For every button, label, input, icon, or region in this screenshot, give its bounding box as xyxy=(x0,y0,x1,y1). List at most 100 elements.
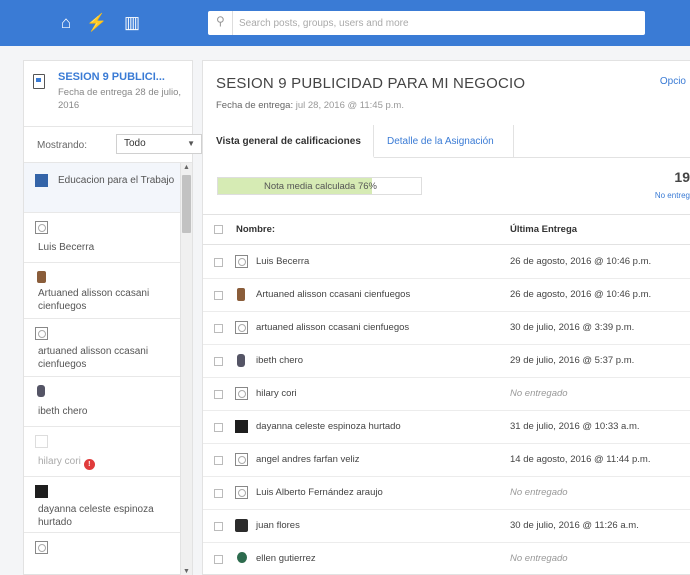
student-name: artuaned alisson ccasani cienfuegos xyxy=(38,346,149,370)
scrollbar-thumb[interactable] xyxy=(182,175,191,233)
list-item[interactable]: Artuaned alisson ccasani cienfuegos xyxy=(24,263,180,319)
avatar xyxy=(237,288,245,301)
row-checkbox[interactable] xyxy=(214,291,223,300)
avatar xyxy=(235,420,248,433)
search-box: ⚲ xyxy=(208,11,645,35)
backpack-icon[interactable]: ▥ xyxy=(121,12,143,34)
search-icon: ⚲ xyxy=(216,14,225,28)
last-submission-date: 30 de julio, 2016 @ 3:39 p.m. xyxy=(510,322,635,333)
list-item[interactable]: hilary cori! xyxy=(24,427,180,477)
table-row[interactable]: angel andres farfan veliz 14 de agosto, 2… xyxy=(203,444,690,477)
student-name[interactable]: artuaned alisson ccasani cienfuegos xyxy=(256,322,409,333)
student-name[interactable]: hilary cori xyxy=(256,388,297,399)
search-input[interactable] xyxy=(232,11,637,35)
submission-count-label[interactable]: No entreg xyxy=(655,191,690,200)
list-item[interactable]: Luis Becerra xyxy=(24,213,180,263)
last-submission-date: No entregado xyxy=(510,388,568,399)
due-date-label: Fecha de entrega: xyxy=(216,100,294,111)
column-header-name[interactable]: Nombre: xyxy=(236,224,275,235)
student-name[interactable]: ellen gutierrez xyxy=(256,553,316,564)
tab-bar: Vista general de calificaciones Detalle … xyxy=(203,125,690,158)
last-submission-date: 14 de agosto, 2016 @ 11:44 p.m. xyxy=(510,454,651,465)
list-item[interactable]: dayanna celeste espinoza hurtado xyxy=(24,477,180,533)
avatar xyxy=(35,327,48,340)
student-name[interactable]: dayanna celeste espinoza hurtado xyxy=(256,421,401,432)
assignment-header[interactable]: SESION 9 PUBLICI... Fecha de entrega 28 … xyxy=(24,61,192,127)
row-checkbox[interactable] xyxy=(214,357,223,366)
student-sidebar: SESION 9 PUBLICI... Fecha de entrega 28 … xyxy=(23,60,202,575)
assignment-icon xyxy=(33,74,45,89)
table-row[interactable]: Artuaned alisson ccasani cienfuegos 26 de… xyxy=(203,279,690,312)
last-submission-date: 26 de agosto, 2016 @ 10:46 p.m. xyxy=(510,289,652,300)
list-item-group[interactable]: Educacion para el Trabajo xyxy=(24,163,180,213)
avatar xyxy=(37,271,46,283)
assignment-title[interactable]: SESION 9 PUBLICI... xyxy=(58,71,165,83)
student-name[interactable]: Artuaned alisson ccasani cienfuegos xyxy=(256,289,410,300)
last-submission-date: 26 de agosto, 2016 @ 10:46 p.m. xyxy=(510,256,652,267)
avatar xyxy=(35,435,48,448)
student-name[interactable]: juan flores xyxy=(256,520,300,531)
table-row[interactable]: dayanna celeste espinoza hurtado 31 de ju… xyxy=(203,411,690,444)
avatar xyxy=(237,552,247,563)
table-header: Nombre: Última Entrega xyxy=(203,214,690,245)
avatar xyxy=(35,485,48,498)
row-checkbox[interactable] xyxy=(214,522,223,531)
student-name: Artuaned alisson ccasani cienfuegos xyxy=(38,288,150,312)
list-item[interactable]: artuaned alisson ccasani cienfuegos xyxy=(24,319,180,377)
table-row[interactable]: Luis Becerra 26 de agosto, 2016 @ 10:46 p… xyxy=(203,246,690,279)
avatar xyxy=(35,221,48,234)
last-submission-date: 30 de julio, 2016 @ 11:26 a.m. xyxy=(510,520,639,531)
top-navigation-bar: ⌂ ⚡ ▥ ⚲ xyxy=(0,0,690,46)
row-checkbox[interactable] xyxy=(214,324,223,333)
row-checkbox[interactable] xyxy=(214,258,223,267)
average-text: Nota media calculada 76% xyxy=(263,181,377,192)
student-name: ibeth chero xyxy=(38,406,88,417)
table-row[interactable]: juan flores 30 de julio, 2016 @ 11:26 a.m… xyxy=(203,510,690,543)
sidebar-scrollbar[interactable]: ▲ ▼ xyxy=(180,163,192,575)
last-submission-date: No entregado xyxy=(510,553,568,564)
row-checkbox[interactable] xyxy=(214,390,223,399)
list-item[interactable] xyxy=(24,533,180,575)
avatar xyxy=(235,453,248,466)
submission-count: 19 xyxy=(674,169,690,185)
grades-panel: SESION 9 PUBLICIDAD PARA MI NEGOCIO Fech… xyxy=(202,60,690,575)
row-checkbox[interactable] xyxy=(214,489,223,498)
student-name[interactable]: angel andres farfan veliz xyxy=(256,454,360,465)
list-item[interactable]: ibeth chero xyxy=(24,377,180,427)
activity-icon[interactable]: ⚡ xyxy=(86,12,108,34)
avatar xyxy=(235,519,248,532)
table-row[interactable]: artuaned alisson ccasani cienfuegos 30 de… xyxy=(203,312,690,345)
row-checkbox[interactable] xyxy=(214,555,223,564)
avatar xyxy=(37,385,45,397)
last-submission-date: No entregado xyxy=(510,487,568,498)
tab-grades-overview[interactable]: Vista general de calificaciones xyxy=(203,125,374,158)
filter-select-value: Todo xyxy=(124,138,146,149)
home-icon[interactable]: ⌂ xyxy=(55,12,77,34)
due-date: Fecha de entrega: jul 28, 2016 @ 11:45 p… xyxy=(216,100,404,111)
options-link[interactable]: Opcio xyxy=(660,76,686,87)
filter-select[interactable]: Todo ▼ xyxy=(116,134,202,154)
column-header-last-submission[interactable]: Última Entrega xyxy=(510,224,577,235)
student-name[interactable]: Luis Alberto Fernández araujo xyxy=(256,487,383,498)
tab-assignment-detail[interactable]: Detalle de la Asignación xyxy=(374,125,514,158)
average-progress-bar: Nota media calculada 76% xyxy=(217,177,422,195)
group-avatar-icon xyxy=(35,174,48,187)
student-name[interactable]: ibeth chero xyxy=(256,355,303,366)
alert-icon: ! xyxy=(83,459,95,470)
scroll-down-icon[interactable]: ▼ xyxy=(183,568,190,575)
student-name[interactable]: Luis Becerra xyxy=(256,256,309,267)
table-row[interactable]: hilary cori No entregado xyxy=(203,378,690,411)
avatar xyxy=(235,255,248,268)
student-name: hilary cori! xyxy=(38,455,168,470)
student-list: Educacion para el Trabajo Luis Becerra A… xyxy=(24,163,180,575)
table-row[interactable]: ellen gutierrez No entregado xyxy=(203,543,690,575)
scroll-up-icon[interactable]: ▲ xyxy=(183,164,190,171)
avatar xyxy=(235,387,248,400)
row-checkbox[interactable] xyxy=(214,423,223,432)
filter-label: Mostrando: xyxy=(37,140,88,151)
row-checkbox[interactable] xyxy=(214,456,223,465)
table-row[interactable]: ibeth chero 29 de julio, 2016 @ 5:37 p.m. xyxy=(203,345,690,378)
table-row[interactable]: Luis Alberto Fernández araujo No entregad… xyxy=(203,477,690,510)
student-name: Educacion para el Trabajo xyxy=(58,175,175,186)
select-all-checkbox[interactable] xyxy=(214,225,223,234)
